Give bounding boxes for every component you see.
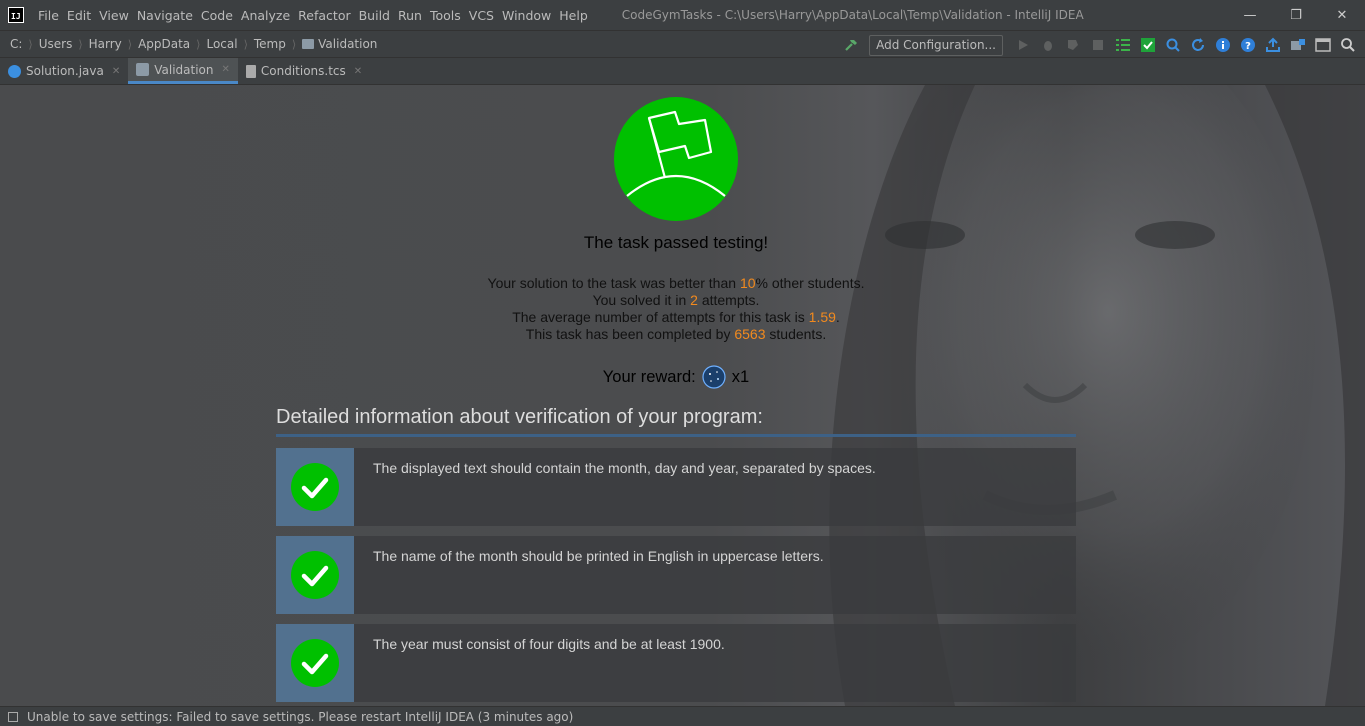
- menu-vcs[interactable]: VCS: [465, 8, 498, 23]
- minimize-icon[interactable]: —: [1227, 0, 1273, 30]
- title-bar: IJ File Edit View Navigate Code Analyze …: [0, 0, 1365, 30]
- menu-help[interactable]: Help: [555, 8, 592, 23]
- run-icon[interactable]: [1012, 34, 1034, 56]
- check-circle-icon: [291, 463, 339, 511]
- tab-validation[interactable]: Validation ✕: [128, 58, 238, 84]
- stop-icon[interactable]: [1087, 34, 1109, 56]
- breadcrumb-separator-icon: ⟩: [291, 37, 297, 51]
- menu-refactor[interactable]: Refactor: [294, 8, 354, 23]
- window-controls: — ❐ ✕: [1227, 0, 1365, 30]
- terminal-icon[interactable]: [1312, 34, 1334, 56]
- menu-window[interactable]: Window: [498, 8, 555, 23]
- validation-panel: The task passed testing! Your solution t…: [0, 85, 1365, 706]
- menu-tools[interactable]: Tools: [426, 8, 465, 23]
- passed-flag-badge-icon: [614, 97, 738, 221]
- check-text: The displayed text should contain the mo…: [373, 460, 876, 476]
- java-class-icon: [8, 64, 21, 78]
- close-tab-icon[interactable]: ✕: [112, 66, 120, 77]
- dark-matter-reward-icon: [702, 365, 726, 389]
- breadcrumb-validation[interactable]: Validation: [302, 37, 377, 51]
- menu-run[interactable]: Run: [394, 8, 426, 23]
- menu-file[interactable]: File: [34, 8, 63, 23]
- close-tab-icon[interactable]: ✕: [354, 66, 362, 77]
- menu-view[interactable]: View: [95, 8, 133, 23]
- reward: Your reward: x1: [0, 365, 1352, 389]
- breadcrumb-appdata[interactable]: AppData: [138, 37, 190, 51]
- tab-conditions-tcs[interactable]: Conditions.tcs ✕: [238, 58, 370, 84]
- stat-average-attempts: The average number of attempts for this …: [512, 309, 840, 325]
- text-file-icon: [245, 64, 256, 78]
- stat-better-than: Your solution to the task was better tha…: [487, 275, 865, 291]
- status-bar: Unable to save settings: Failed to save …: [0, 706, 1365, 726]
- add-configuration-button[interactable]: Add Configuration...: [869, 34, 1003, 56]
- debug-icon[interactable]: [1037, 34, 1059, 56]
- build-hammer-icon[interactable]: [840, 34, 862, 56]
- breadcrumb-drive[interactable]: C:: [10, 37, 22, 51]
- check-text: The name of the month should be printed …: [373, 548, 824, 564]
- breadcrumb-separator-icon: ⟩: [196, 37, 201, 51]
- details-title: Detailed information about verification …: [276, 406, 1076, 437]
- intellij-logo-icon[interactable]: IJ: [8, 7, 24, 23]
- breadcrumb-local[interactable]: Local: [206, 37, 237, 51]
- coverage-icon[interactable]: [1062, 34, 1084, 56]
- menu-analyze[interactable]: Analyze: [237, 8, 294, 23]
- search-everywhere-icon[interactable]: [1337, 34, 1359, 56]
- refresh-icon[interactable]: [1187, 34, 1209, 56]
- check-item: The displayed text should contain the mo…: [276, 448, 1076, 526]
- verify-check-icon[interactable]: [1137, 34, 1159, 56]
- breadcrumb-temp[interactable]: Temp: [254, 37, 286, 51]
- upload-icon[interactable]: [1262, 34, 1284, 56]
- editor-tabs: Solution.java ✕ Validation ✕ Conditions.…: [0, 58, 1365, 85]
- search-task-icon[interactable]: [1162, 34, 1184, 56]
- file-icon: [302, 39, 315, 49]
- menu-navigate[interactable]: Navigate: [133, 8, 197, 23]
- check-item: The year must consist of four digits and…: [276, 624, 1076, 702]
- menu-code[interactable]: Code: [197, 8, 237, 23]
- project-structure-icon[interactable]: [1287, 34, 1309, 56]
- task-list-icon[interactable]: [1112, 34, 1134, 56]
- check-circle-icon: [291, 551, 339, 599]
- result-stats: Your solution to the task was better tha…: [0, 275, 1352, 343]
- restore-icon[interactable]: ❐: [1273, 0, 1319, 30]
- breadcrumb: C: ⟩ Users ⟩ Harry ⟩ AppData ⟩ Local ⟩ T…: [0, 37, 377, 51]
- breadcrumb-separator-icon: ⟩: [78, 37, 83, 51]
- tab-solution-java[interactable]: Solution.java ✕: [0, 58, 128, 84]
- check-text: The year must consist of four digits and…: [373, 636, 725, 652]
- check-circle-icon: [291, 639, 339, 687]
- menu-build[interactable]: Build: [355, 8, 394, 23]
- close-window-icon[interactable]: ✕: [1319, 0, 1365, 30]
- reward-count: x1: [731, 367, 750, 386]
- tool-windows-toggle-icon[interactable]: [8, 711, 18, 722]
- breadcrumb-users[interactable]: Users: [39, 37, 73, 51]
- status-message[interactable]: Unable to save settings: Failed to save …: [27, 710, 573, 724]
- navigation-bar: C: ⟩ Users ⟩ Harry ⟩ AppData ⟩ Local ⟩ T…: [0, 30, 1365, 58]
- check-status: [276, 624, 354, 702]
- help-icon[interactable]: ?: [1237, 34, 1259, 56]
- breadcrumb-separator-icon: ⟩: [127, 37, 133, 51]
- close-tab-icon[interactable]: ✕: [222, 64, 230, 75]
- check-status: [276, 448, 354, 526]
- breadcrumb-separator-icon: ⟩: [243, 37, 248, 51]
- check-status: [276, 536, 354, 614]
- svg-text:?: ?: [1245, 41, 1251, 52]
- stat-attempts: You solved it in 2 attempts.: [592, 292, 760, 308]
- result-title: The task passed testing!: [583, 233, 769, 252]
- main-toolbar: Add Configuration... ?: [840, 31, 1359, 59]
- breadcrumb-separator-icon: ⟩: [28, 37, 33, 51]
- main-menu: File Edit View Navigate Code Analyze Ref…: [34, 8, 592, 23]
- window-title: CodeGymTasks - C:\Users\Harry\AppData\Lo…: [621, 8, 1084, 22]
- info-icon[interactable]: [1212, 34, 1234, 56]
- reward-label: Your reward:: [602, 367, 696, 386]
- breadcrumb-harry[interactable]: Harry: [89, 37, 122, 51]
- menu-edit[interactable]: Edit: [63, 8, 95, 23]
- validation-file-icon: [136, 63, 150, 76]
- check-item: The name of the month should be printed …: [276, 536, 1076, 614]
- stat-completed-by: This task has been completed by 6563 stu…: [525, 326, 827, 342]
